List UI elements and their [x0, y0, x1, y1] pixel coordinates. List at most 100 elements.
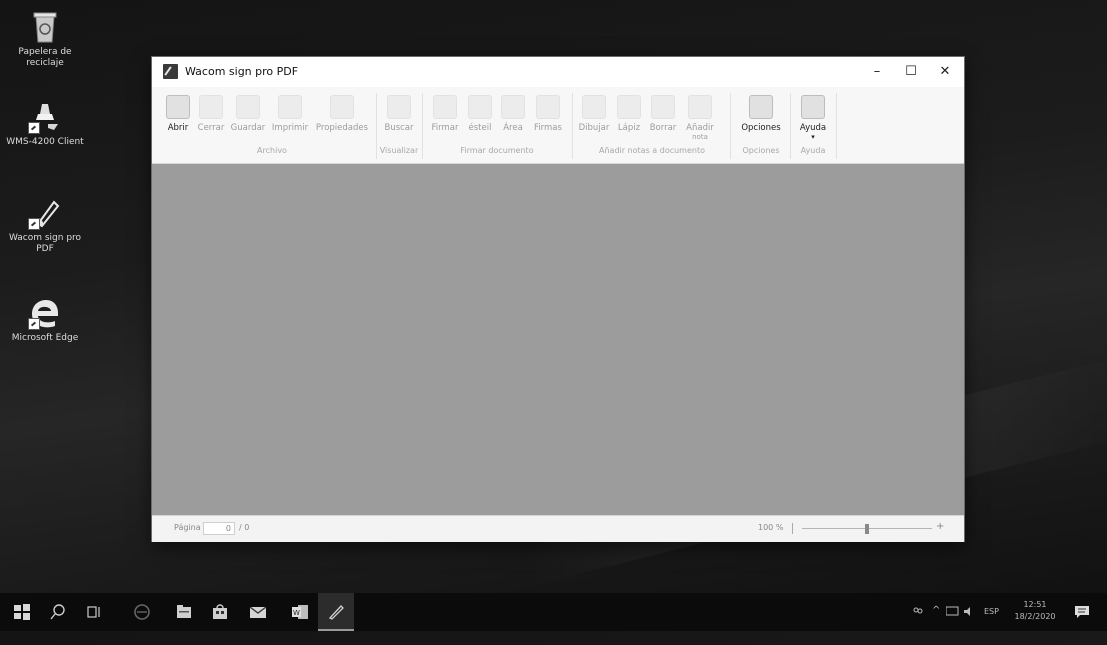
language-indicator[interactable]: ESP [984, 607, 999, 645]
note-icon [688, 95, 712, 119]
volume-icon[interactable] [963, 606, 976, 644]
svg-text:W: W [293, 609, 300, 617]
group-label-opciones: Opciones [742, 146, 780, 155]
signature-field-button[interactable]: ésteil [464, 87, 496, 147]
properties-label: Propiedades [315, 123, 369, 133]
title-bar[interactable]: Wacom sign pro PDF – ☐ ✕ [152, 57, 964, 87]
group-label-archivo: Archivo [257, 146, 287, 155]
taskbar-mail-button[interactable] [240, 593, 276, 631]
taskbar-word-button[interactable]: W [282, 593, 318, 631]
shortcut-arrow-icon [28, 122, 40, 134]
desktop-icon-wms-client[interactable]: WMS-4200 Client [0, 100, 90, 148]
help-icon [801, 95, 825, 119]
wacom-pen-icon [28, 196, 62, 230]
desktop: Papelera de reciclaje WMS-4200 Client Wa… [0, 0, 1107, 593]
wacom-sign-pro-window: Wacom sign pro PDF – ☐ ✕ Abrir Cerrar Gu… [152, 57, 964, 542]
taskbar-search-button[interactable] [40, 593, 76, 631]
group-divider [572, 93, 573, 159]
group-label-visualizar: Visualizar [379, 146, 419, 155]
taskbar-explorer-button[interactable] [166, 593, 202, 631]
tray-chevron-icon[interactable]: ^ [932, 605, 940, 643]
word-icon: W [292, 605, 308, 619]
help-dropdown-arrow: ▾ [811, 133, 815, 141]
area-label: Área [503, 123, 523, 133]
eraser-label: Borrar [649, 123, 677, 133]
explorer-icon [177, 605, 191, 618]
people-icon[interactable] [912, 606, 924, 644]
start-button[interactable] [4, 593, 40, 631]
desktop-icon-recycle-bin[interactable]: Papelera de reciclaje [0, 10, 90, 69]
shortcut-arrow-icon [28, 318, 40, 330]
minimize-button[interactable]: – [860, 57, 894, 87]
ribbon-toolbar: Abrir Cerrar Guardar Imprimir Propiedade… [152, 87, 964, 164]
zoom-slider-thumb[interactable] [865, 524, 869, 534]
pencil-icon [617, 95, 641, 119]
notification-center-button[interactable] [1074, 604, 1090, 642]
print-icon [278, 95, 302, 119]
zoom-level: 100 % [758, 523, 784, 532]
task-view-button[interactable] [76, 593, 112, 631]
signatures-button[interactable]: Firmas [530, 87, 566, 147]
group-divider [422, 93, 423, 159]
page-number-input[interactable]: 0 [203, 522, 235, 535]
document-view-area[interactable] [152, 164, 964, 515]
desktop-icon-label: Wacom sign pro PDF [8, 233, 82, 254]
edge-icon [28, 296, 62, 330]
clock-date: 18/2/2020 [1014, 612, 1056, 621]
desktop-icon-label: Microsoft Edge [11, 333, 79, 343]
save-label: Guardar [230, 123, 266, 133]
client-app-icon [28, 100, 62, 134]
desktop-icon-label: Papelera de reciclaje [18, 47, 72, 68]
help-label: Ayuda [799, 123, 827, 133]
desktop-icon-edge[interactable]: Microsoft Edge [0, 296, 90, 344]
group-divider [836, 93, 837, 159]
maximize-button[interactable]: ☐ [894, 57, 928, 87]
taskbar-edge-button[interactable] [124, 593, 160, 631]
eraser-icon [651, 95, 675, 119]
area-icon [501, 95, 525, 119]
area-button[interactable]: Área [498, 87, 528, 147]
add-note-button[interactable]: Añadir nota [682, 87, 718, 147]
desktop-icon-label: WMS-4200 Client [6, 137, 84, 147]
search-button[interactable]: Buscar [380, 87, 418, 147]
zoom-in-button[interactable]: + [936, 521, 944, 532]
network-icon[interactable] [945, 606, 959, 644]
open-label: Abrir [167, 123, 189, 133]
options-button[interactable]: Opciones [736, 87, 786, 147]
draw-button[interactable]: Dibujar [576, 87, 612, 147]
window-title: Wacom sign pro PDF [185, 65, 299, 78]
options-label: Opciones [741, 123, 781, 133]
status-bar: Página 0 / 0 100 % + [152, 515, 964, 542]
start-icon [14, 604, 30, 620]
print-button[interactable]: Imprimir [268, 87, 312, 147]
properties-button[interactable]: Propiedades [312, 87, 372, 147]
taskbar-store-button[interactable] [202, 593, 238, 631]
recycle-bin-icon [28, 10, 62, 44]
group-divider [730, 93, 731, 159]
add-note-label: Añadir [686, 123, 714, 133]
shortcut-arrow-icon [28, 218, 40, 230]
clock[interactable]: 12:51 18/2/2020 [1010, 599, 1060, 637]
save-button[interactable]: Guardar [228, 87, 268, 147]
signature-field-icon [468, 95, 492, 119]
close-button[interactable]: ✕ [928, 57, 962, 87]
group-label-anadir-notas: Añadir notas a documento [599, 146, 705, 155]
pencil-button[interactable]: Lápiz [614, 87, 644, 147]
app-icon [163, 64, 178, 79]
taskbar-wacom-button[interactable] [318, 593, 354, 631]
save-icon [236, 95, 260, 119]
search-icon [50, 604, 65, 620]
desktop-icon-wacom-sign-pro[interactable]: Wacom sign pro PDF [0, 196, 90, 255]
close-doc-icon [199, 95, 223, 119]
sign-label: Firmar [431, 123, 459, 133]
search-label: Buscar [384, 123, 414, 133]
sign-button[interactable]: Firmar [428, 87, 462, 147]
eraser-button[interactable]: Borrar [646, 87, 680, 147]
wacom-pen-icon [328, 605, 344, 620]
help-button[interactable]: Ayuda ▾ [794, 87, 832, 147]
open-button[interactable]: Abrir [162, 87, 194, 147]
close-doc-button[interactable]: Cerrar [194, 87, 228, 147]
page-label: Página [174, 523, 201, 532]
zoom-out-button[interactable] [792, 523, 799, 534]
taskbar: W ^ ESP 12:51 18/2/2020 [0, 593, 1107, 631]
